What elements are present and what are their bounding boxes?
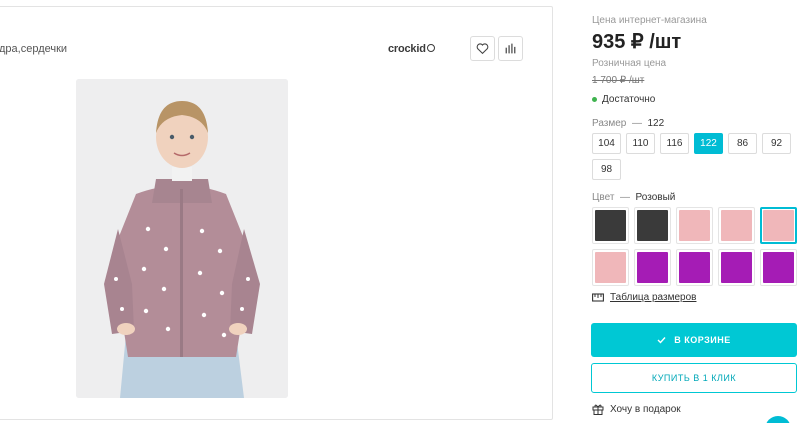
online-price: 935 ₽ /шт (592, 31, 682, 53)
chat-widget-button[interactable] (765, 416, 791, 423)
gift-wish-text: Хочу в подарок (610, 403, 681, 415)
color-swatch[interactable] (592, 207, 629, 244)
color-swatch-selected[interactable] (760, 207, 797, 244)
retail-price-label: Розничная цена (592, 58, 667, 69)
color-swatch[interactable] (634, 207, 671, 244)
compare-icon (505, 43, 516, 54)
size-option[interactable]: 104 (592, 133, 621, 154)
color-swatch[interactable] (760, 249, 797, 286)
heart-icon (476, 43, 489, 55)
color-label: Цвет — Розовый (592, 192, 676, 203)
color-swatch[interactable] (676, 207, 713, 244)
size-option[interactable]: 116 (660, 133, 689, 154)
buy-one-click-button[interactable]: КУПИТЬ В 1 КЛИК (591, 363, 797, 393)
size-label: Размер — 122 (592, 118, 665, 129)
product-photo[interactable] (76, 79, 288, 398)
size-option[interactable]: 110 (626, 133, 655, 154)
selected-size: 122 (647, 118, 665, 129)
ruler-icon (592, 293, 604, 302)
color-swatch[interactable] (592, 249, 629, 286)
product-page: дра,сердечки crockid Цена интернет-магаз… (0, 0, 800, 423)
size-option[interactable]: 86 (728, 133, 757, 154)
brand-ring-icon (426, 44, 435, 52)
color-swatch[interactable] (676, 249, 713, 286)
product-photo-illustration (76, 79, 288, 398)
stock-status: Достаточно (592, 94, 655, 105)
color-swatches (592, 207, 800, 286)
size-option-selected[interactable]: 122 (694, 133, 723, 154)
online-price-label: Цена интернет-магазина (592, 15, 707, 26)
color-swatch[interactable] (634, 249, 671, 286)
check-icon (657, 337, 666, 344)
gift-icon (592, 404, 604, 415)
retail-price: 1 700 ₽ /шт (592, 75, 645, 86)
gift-wish-link[interactable]: Хочу в подарок (592, 403, 681, 415)
size-options: 104 110 116 122 86 92 98 (592, 133, 800, 180)
size-option[interactable]: 98 (592, 159, 621, 180)
favorite-button[interactable] (470, 36, 495, 61)
color-swatch[interactable] (718, 249, 755, 286)
add-to-cart-button[interactable]: В КОРЗИНЕ (591, 323, 797, 357)
size-table-link[interactable]: Таблица размеров (592, 292, 696, 303)
in-stock-dot-icon (592, 97, 597, 102)
size-option[interactable]: 92 (762, 133, 791, 154)
add-to-cart-label: В КОРЗИНЕ (674, 335, 731, 345)
compare-button[interactable] (498, 36, 523, 61)
color-swatch[interactable] (718, 207, 755, 244)
product-card: дра,сердечки crockid (0, 6, 553, 420)
size-table-text[interactable]: Таблица размеров (610, 292, 696, 303)
product-title-fragment: дра,сердечки (0, 43, 68, 55)
selected-color: Розовый (635, 192, 676, 203)
stock-status-text: Достаточно (602, 94, 656, 105)
brand-logo[interactable]: crockid (388, 43, 435, 55)
